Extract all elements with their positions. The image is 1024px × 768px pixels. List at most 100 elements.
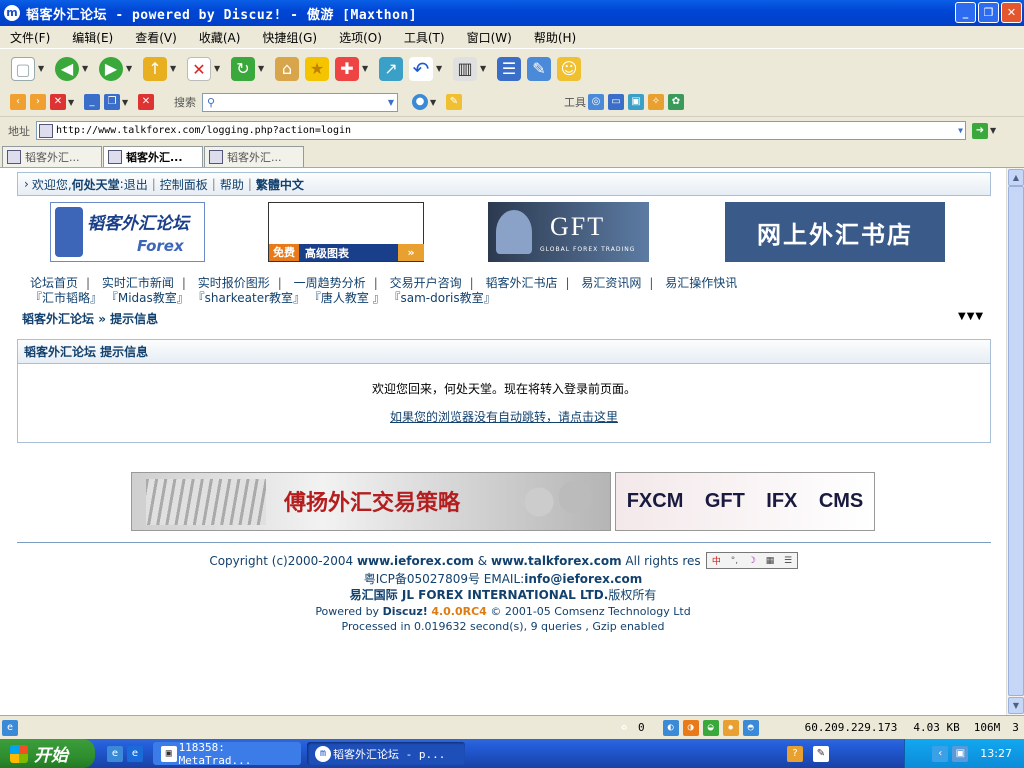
collect-icon[interactable]: ✚: [335, 56, 359, 81]
email-link[interactable]: info@ieforex.com: [524, 572, 642, 586]
nav-account-consult[interactable]: 交易开户咨询: [390, 276, 462, 290]
ime-punct-icon[interactable]: °,: [731, 556, 738, 566]
traditional-chinese-link[interactable]: 繁體中文: [256, 176, 304, 193]
edit-icon[interactable]: ✎: [527, 56, 551, 81]
open-window-icon[interactable]: ↗: [379, 56, 403, 81]
bookstore-banner[interactable]: 网上外汇书店: [725, 202, 945, 262]
nav-sharkeater-room[interactable]: 『sharkeater教室』: [193, 291, 305, 305]
menu-edit[interactable]: 编辑(E): [72, 29, 113, 46]
nav-forum-home[interactable]: 论坛首页: [30, 276, 78, 290]
menu-favorites[interactable]: 收藏(A): [199, 29, 241, 46]
network-icon[interactable]: ◓: [742, 719, 759, 736]
sun-icon[interactable]: ✹: [722, 719, 739, 736]
address-input[interactable]: http://www.talkforex.com/logging.php?act…: [36, 121, 966, 140]
start-button[interactable]: 开始: [0, 739, 95, 768]
next-tab-icon[interactable]: ›: [30, 94, 46, 110]
flash-block-icon[interactable]: ◑: [682, 719, 699, 736]
stop-icon[interactable]: ✕: [187, 56, 211, 81]
skin-icon[interactable]: ☺: [557, 56, 581, 81]
menu-view[interactable]: 查看(V): [135, 29, 177, 46]
nav-bookstore[interactable]: 韬客外汇书店: [485, 276, 557, 290]
plugin-icon[interactable]: ✿: [668, 94, 684, 110]
columns-icon[interactable]: ▥: [453, 56, 477, 81]
tab-3[interactable]: 韬客外汇...: [204, 146, 304, 167]
help-link[interactable]: 帮助: [220, 176, 244, 193]
close-button[interactable]: ✕: [1001, 2, 1022, 23]
vertical-scrollbar[interactable]: ▲ ▼: [1006, 168, 1024, 715]
restore-tab-icon[interactable]: ❐: [104, 94, 120, 110]
strategy-ad-banner[interactable]: 傅扬外汇交易策略: [131, 472, 611, 531]
ime-toolbar[interactable]: 中 °, ☽ ▦ ☰: [706, 552, 798, 569]
chevron-down-icon[interactable]: ▼: [958, 126, 963, 135]
restore-button[interactable]: ❐: [978, 2, 999, 23]
chevron-down-icon[interactable]: ▼: [430, 98, 438, 107]
menu-tools[interactable]: 工具(T): [404, 29, 445, 46]
tray-pen-icon[interactable]: ✎: [813, 745, 829, 762]
up-folder-icon[interactable]: ↑: [143, 56, 167, 81]
menu-file[interactable]: 文件(F): [10, 29, 50, 46]
search-engine-icon[interactable]: ●: [412, 94, 428, 110]
popup-block-icon[interactable]: ◐: [662, 719, 679, 736]
new-page-icon[interactable]: ▢: [11, 56, 35, 81]
prev-tab-icon[interactable]: ‹: [10, 94, 26, 110]
discuz-link[interactable]: Discuz!: [383, 605, 428, 618]
broom-icon[interactable]: ✧: [648, 94, 664, 110]
search-input[interactable]: ⚲ ▼: [202, 92, 398, 112]
nav-quick-news[interactable]: 易汇操作快讯: [665, 276, 737, 290]
username[interactable]: 何处天堂: [72, 176, 120, 193]
menu-shortcut-group[interactable]: 快捷组(G): [262, 29, 317, 46]
forum-logo-banner[interactable]: 韬客外汇论坛 Forex: [50, 202, 205, 262]
highlight-icon[interactable]: ✎: [446, 94, 462, 110]
control-panel-link[interactable]: 控制面板: [160, 176, 208, 193]
scroll-down-button[interactable]: ▼: [1008, 697, 1024, 714]
quicklaunch-browser-icon[interactable]: e: [107, 745, 123, 762]
chevron-down-icon[interactable]: ▼: [258, 64, 266, 73]
chevron-down-icon[interactable]: ▼: [126, 64, 134, 73]
chevron-down-icon[interactable]: ▼: [122, 98, 130, 107]
nav-samdoris-room[interactable]: 『sam-doris教室』: [389, 291, 496, 305]
nav-info-site[interactable]: 易汇资讯网: [581, 276, 641, 290]
close-tab-icon[interactable]: ✕: [50, 94, 66, 110]
chevron-down-icon[interactable]: ▼: [388, 98, 394, 107]
undo-close-icon[interactable]: ↶: [409, 56, 433, 81]
refresh-icon[interactable]: ↻: [231, 56, 255, 81]
go-icon[interactable]: ➜: [972, 122, 988, 139]
ime-keyboard-icon[interactable]: ▦: [766, 556, 775, 566]
logout-link[interactable]: 退出: [124, 176, 148, 193]
tray-expand-icon[interactable]: ‹: [932, 745, 949, 762]
list-icon[interactable]: ☰: [497, 56, 521, 81]
back-icon[interactable]: ◀: [55, 56, 79, 81]
recycle-icon[interactable]: ♻: [616, 720, 632, 736]
chevron-down-icon[interactable]: ▼: [990, 126, 998, 135]
scroll-thumb[interactable]: [1008, 186, 1024, 696]
ad-filter-icon[interactable]: ◒: [702, 719, 719, 736]
task-metatrader[interactable]: ▣ 118358: MetaTrad...: [153, 741, 301, 767]
quicklaunch-ie-icon[interactable]: e: [127, 745, 143, 762]
nav-tangren-room[interactable]: 『唐人教室 』: [309, 291, 385, 305]
minimize-button[interactable]: _: [955, 2, 976, 23]
ime-menu-icon[interactable]: ☰: [784, 556, 792, 566]
tab-2-active[interactable]: 韬客外汇...: [103, 146, 203, 167]
chevron-down-icon[interactable]: ▼: [170, 64, 178, 73]
chevron-down-icon[interactable]: ▼: [436, 64, 444, 73]
favorites-star-icon[interactable]: ★: [305, 56, 329, 81]
brokers-ad-banner[interactable]: FXCM GFT IFX CMS: [615, 472, 875, 531]
ime-moon-icon[interactable]: ☽: [748, 556, 756, 566]
close-all-icon[interactable]: ✕: [138, 94, 154, 110]
nav-weekly-trend[interactable]: 一周趋势分析: [294, 276, 366, 290]
breadcrumb-forum-link[interactable]: 韬客外汇论坛: [22, 312, 94, 326]
ime-logo-icon[interactable]: 中: [712, 554, 721, 567]
nav-strategy-room[interactable]: 『汇市韬略』: [30, 291, 102, 305]
window-icon[interactable]: ▭: [608, 94, 624, 110]
proxy-icon[interactable]: ◎: [588, 94, 604, 110]
chevron-down-icon[interactable]: ▼: [362, 64, 370, 73]
ieforex-link[interactable]: www.ieforex.com: [357, 554, 474, 568]
redirect-link[interactable]: 如果您的浏览器没有自动跳转，请点击这里: [18, 408, 990, 425]
home-icon[interactable]: ⌂: [275, 56, 299, 81]
jump-arrows-icon[interactable]: ▼▼▼: [958, 311, 984, 322]
talkforex-link[interactable]: www.talkforex.com: [491, 554, 622, 568]
menu-options[interactable]: 选项(O): [339, 29, 382, 46]
chevron-down-icon[interactable]: ▼: [38, 64, 46, 73]
minimize-tab-icon[interactable]: _: [84, 94, 100, 110]
tab-1[interactable]: 韬客外汇...: [2, 146, 102, 167]
